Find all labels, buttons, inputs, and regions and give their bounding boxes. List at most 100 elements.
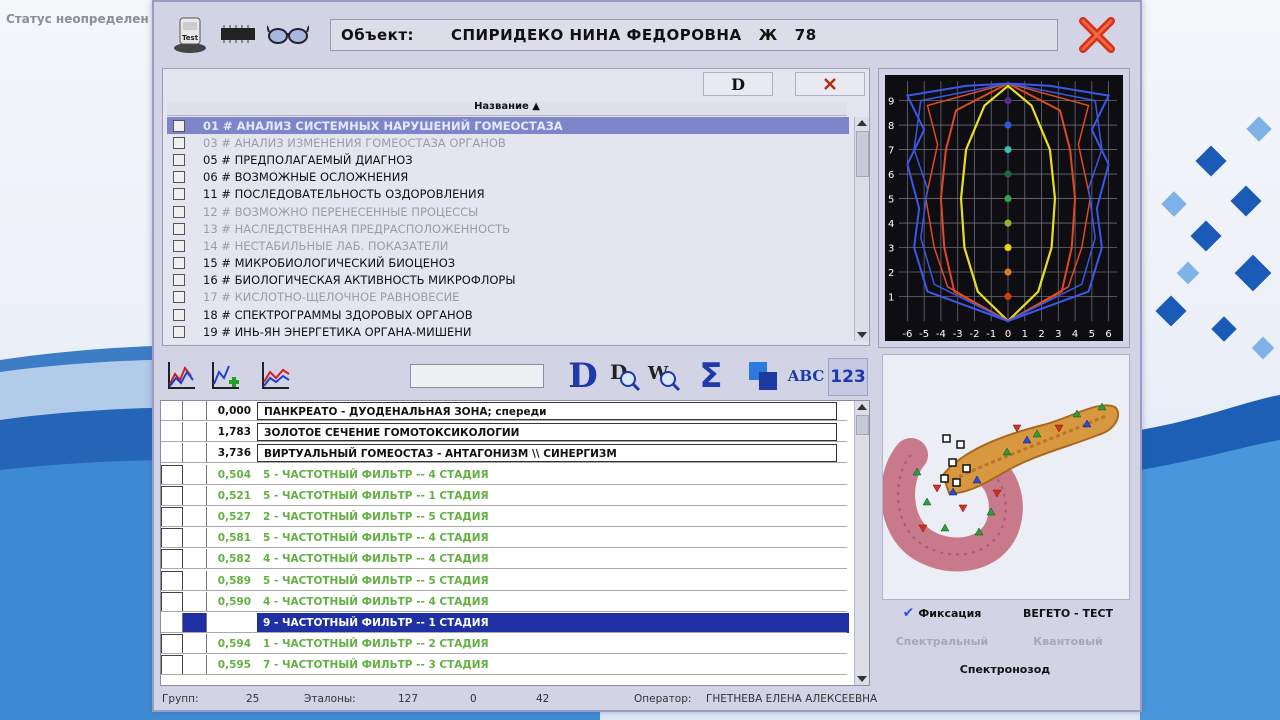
level-dot — [1004, 219, 1012, 227]
list-item[interactable]: 17 # КИСЛОТНО-ЩЕЛОЧНОЕ РАВНОВЕСИЕ — [167, 289, 849, 306]
row-marker-cell[interactable] — [161, 634, 183, 655]
abc-button[interactable]: ABC — [788, 358, 825, 394]
glasses-icon[interactable] — [266, 14, 310, 54]
level-dot — [1004, 121, 1012, 129]
list-scrollbar[interactable] — [854, 117, 869, 341]
vegeto-test-button[interactable]: ВЕГЕТО - ТЕСТ — [1008, 602, 1128, 624]
test-device-icon[interactable]: Test — [170, 14, 210, 54]
object-field: Объект: СПИРИДЕКО НИНА ФЕДОРОВНА Ж 78 — [330, 19, 1058, 51]
row-divider — [161, 441, 847, 443]
row-label: ЗОЛОТОЕ СЕЧЕНИЕ ГОМОТОКСИКОЛОГИИ — [257, 423, 837, 442]
list-item[interactable]: 11 # ПОСЛЕДОВАТЕЛЬНОСТЬ ОЗДОРОВЛЕНИЯ — [167, 186, 849, 203]
chart-compare-button[interactable] — [258, 358, 292, 394]
chart-diagnose-button[interactable] — [164, 358, 198, 394]
list-item[interactable]: 16 # БИОЛОГИЧЕСКАЯ АКТИВНОСТЬ МИКРОФЛОРЫ — [167, 272, 849, 289]
table-row[interactable]: 0,590 4 - ЧАСТОТНЫЙ ФИЛЬТР -- 4 СТАДИЯ — [161, 591, 851, 612]
spectral-button[interactable]: Спектральный — [882, 630, 1002, 652]
table-row[interactable]: 0,581 5 - ЧАСТОТНЫЙ ФИЛЬТР -- 4 СТАДИЯ — [161, 528, 851, 549]
fixation-checkbox[interactable]: ✔ Фиксация — [882, 602, 1002, 624]
row-value: 0,594 — [217, 638, 251, 651]
spectronozod-button[interactable]: Спектронозод — [882, 658, 1128, 680]
status-bar: Групп: 25 Эталоны: 127 0 42 Оператор: ГН… — [154, 690, 1140, 710]
sigma-icon: Σ — [699, 356, 723, 396]
list-item-checkbox[interactable] — [173, 119, 185, 132]
list-item-checkbox[interactable] — [173, 205, 185, 218]
row-marker-cell[interactable] — [161, 485, 183, 506]
sum-button[interactable]: Σ — [694, 356, 728, 396]
row-marker-cell[interactable] — [161, 464, 183, 485]
row-marker-cell[interactable] — [161, 613, 183, 633]
quantum-button[interactable]: Квантовый — [1008, 630, 1128, 652]
close-button[interactable] — [1074, 12, 1120, 58]
chip-icon[interactable] — [218, 14, 258, 54]
y-tick-label: 2 — [888, 268, 894, 279]
list-item[interactable]: 14 # НЕСТАБИЛЬНЫЕ ЛАБ. ПОКАЗАТЕЛИ — [167, 237, 849, 254]
chart-add-button[interactable] — [208, 358, 242, 394]
table-scrollbar[interactable] — [854, 401, 869, 685]
row-divider — [161, 610, 847, 612]
mode-buttons: ✔ Фиксация ВЕГЕТО - ТЕСТ Спектральный Кв… — [882, 600, 1128, 684]
list-item-checkbox[interactable] — [173, 308, 185, 321]
row-label: 5 - ЧАСТОТНЫЙ ФИЛЬТР -- 4 СТАДИЯ — [263, 468, 489, 481]
table-row[interactable]: 0,521 5 - ЧАСТОТНЫЙ ФИЛЬТР -- 1 СТАДИЯ — [161, 485, 851, 506]
table-row[interactable]: 0,589 5 - ЧАСТОТНЫЙ ФИЛЬТР -- 5 СТАДИЯ — [161, 570, 851, 591]
table-row[interactable]: 0,594 1 - ЧАСТОТНЫЙ ФИЛЬТР -- 2 СТАДИЯ — [161, 634, 851, 655]
list-item[interactable]: 13 # НАСЛЕДСТВЕННАЯ ПРЕДРАСПОЛОЖЕННОСТЬ — [167, 220, 849, 237]
row-marker-cell[interactable] — [161, 591, 183, 612]
list-item[interactable]: 05 # ПРЕДПОЛАГАЕМЫЙ ДИАГНОЗ — [167, 151, 849, 168]
row-marker-cell[interactable] — [161, 549, 183, 570]
list-item-checkbox[interactable] — [173, 153, 185, 166]
table-row[interactable]: 9 - ЧАСТОТНЫЙ ФИЛЬТР -- 1 СТАДИЯ — [161, 613, 851, 633]
table-row[interactable]: 0,595 7 - ЧАСТОТНЫЙ ФИЛЬТР -- 3 СТАДИЯ — [161, 655, 851, 676]
search-input[interactable] — [410, 364, 544, 388]
w-search-button[interactable]: W — [646, 358, 682, 394]
list-item-checkbox[interactable] — [173, 136, 185, 149]
list-item[interactable]: 06 # ВОЗМОЖНЫЕ ОСЛОЖНЕНИЯ — [167, 169, 849, 186]
list-item-checkbox[interactable] — [173, 325, 185, 338]
symmetry-chart: 123456789-6 -5 -4 -3 -2 -1 0 1 2 3 4 5 6 — [885, 75, 1123, 341]
row-marker-cell[interactable] — [161, 655, 183, 676]
row-flag-cell — [183, 549, 207, 570]
list-item-checkbox[interactable] — [173, 171, 185, 184]
clear-button[interactable] — [795, 72, 865, 96]
table-row[interactable]: 0,527 2 - ЧАСТОТНЫЙ ФИЛЬТР -- 5 СТАДИЯ — [161, 507, 851, 527]
123-button[interactable]: 123 — [828, 358, 868, 396]
d-tool-button[interactable]: D — [566, 356, 600, 396]
y-tick-label: 7 — [888, 146, 894, 157]
table-row[interactable]: 0,504 5 - ЧАСТОТНЫЙ ФИЛЬТР -- 4 СТАДИЯ — [161, 464, 851, 485]
row-label: ВИРТУАЛЬНЫЙ ГОМЕОСТАЗ - АНТАГОНИЗМ \\ СИ… — [257, 444, 837, 463]
list-item-checkbox[interactable] — [173, 291, 185, 304]
list-item-checkbox[interactable] — [173, 257, 185, 270]
row-marker-cell[interactable] — [161, 401, 183, 421]
row-marker-cell[interactable] — [161, 507, 183, 527]
list-item[interactable]: 01 # АНАЛИЗ СИСТЕМНЫХ НАРУШЕНИЙ ГОМЕОСТА… — [167, 117, 849, 135]
table-row[interactable]: 1,783 ЗОЛОТОЕ СЕЧЕНИЕ ГОМОТОКСИКОЛОГИИ — [161, 422, 851, 443]
list-item-checkbox[interactable] — [173, 274, 185, 287]
d-search-button[interactable]: D — [606, 358, 642, 394]
list-item[interactable]: 03 # АНАЛИЗ ИЗМЕНЕНИЯ ГОМЕОСТАЗА ОРГАНОВ — [167, 134, 849, 151]
list-item-checkbox[interactable] — [173, 188, 185, 201]
table-row[interactable]: 0,000 ПАНКРЕАТО - ДУОДЕНАЛЬНАЯ ЗОНА; спер… — [161, 401, 851, 421]
list-item-checkbox[interactable] — [173, 239, 185, 252]
row-marker-cell[interactable] — [161, 528, 183, 549]
row-label: 5 - ЧАСТОТНЫЙ ФИЛЬТР -- 1 СТАДИЯ — [263, 489, 489, 502]
list-item-checkbox[interactable] — [173, 222, 185, 235]
level-dot — [1004, 292, 1012, 301]
squares-button[interactable] — [746, 358, 780, 394]
list-item[interactable]: 18 # СПЕКТРОГРАММЫ ЗДОРОВЫХ ОРГАНОВ — [167, 306, 849, 323]
list-item[interactable]: 19 # ИНЬ-ЯН ЭНЕРГЕТИКА ОРГАНА-МИШЕНИ — [167, 323, 849, 340]
table-row[interactable]: 3,736 ВИРТУАЛЬНЫЙ ГОМЕОСТАЗ - АНТАГОНИЗМ … — [161, 443, 851, 464]
row-marker-cell[interactable] — [161, 422, 183, 443]
list-item-label: 19 # ИНЬ-ЯН ЭНЕРГЕТИКА ОРГАНА-МИШЕНИ — [203, 324, 472, 339]
list-item[interactable]: 12 # ВОЗМОЖНО ПЕРЕНЕСЕННЫЕ ПРОЦЕССЫ — [167, 203, 849, 220]
row-marker-cell[interactable] — [161, 443, 183, 464]
pancreas-duodenum-organ-icon[interactable] — [881, 355, 1129, 599]
status-value-b: 42 — [536, 693, 550, 705]
column-header-name[interactable]: Название ▲ — [167, 101, 847, 116]
row-label: 4 - ЧАСТОТНЫЙ ФИЛЬТР -- 4 СТАДИЯ — [263, 553, 489, 566]
d-button[interactable]: D — [703, 72, 773, 96]
list-item[interactable]: 15 # МИКРОБИОЛОГИЧЕСКИЙ БИОЦЕНОЗ — [167, 255, 849, 272]
row-marker-cell[interactable] — [161, 570, 183, 591]
table-row[interactable]: 0,582 4 - ЧАСТОТНЫЙ ФИЛЬТР -- 4 СТАДИЯ — [161, 549, 851, 570]
groups-value: 25 — [246, 693, 260, 705]
